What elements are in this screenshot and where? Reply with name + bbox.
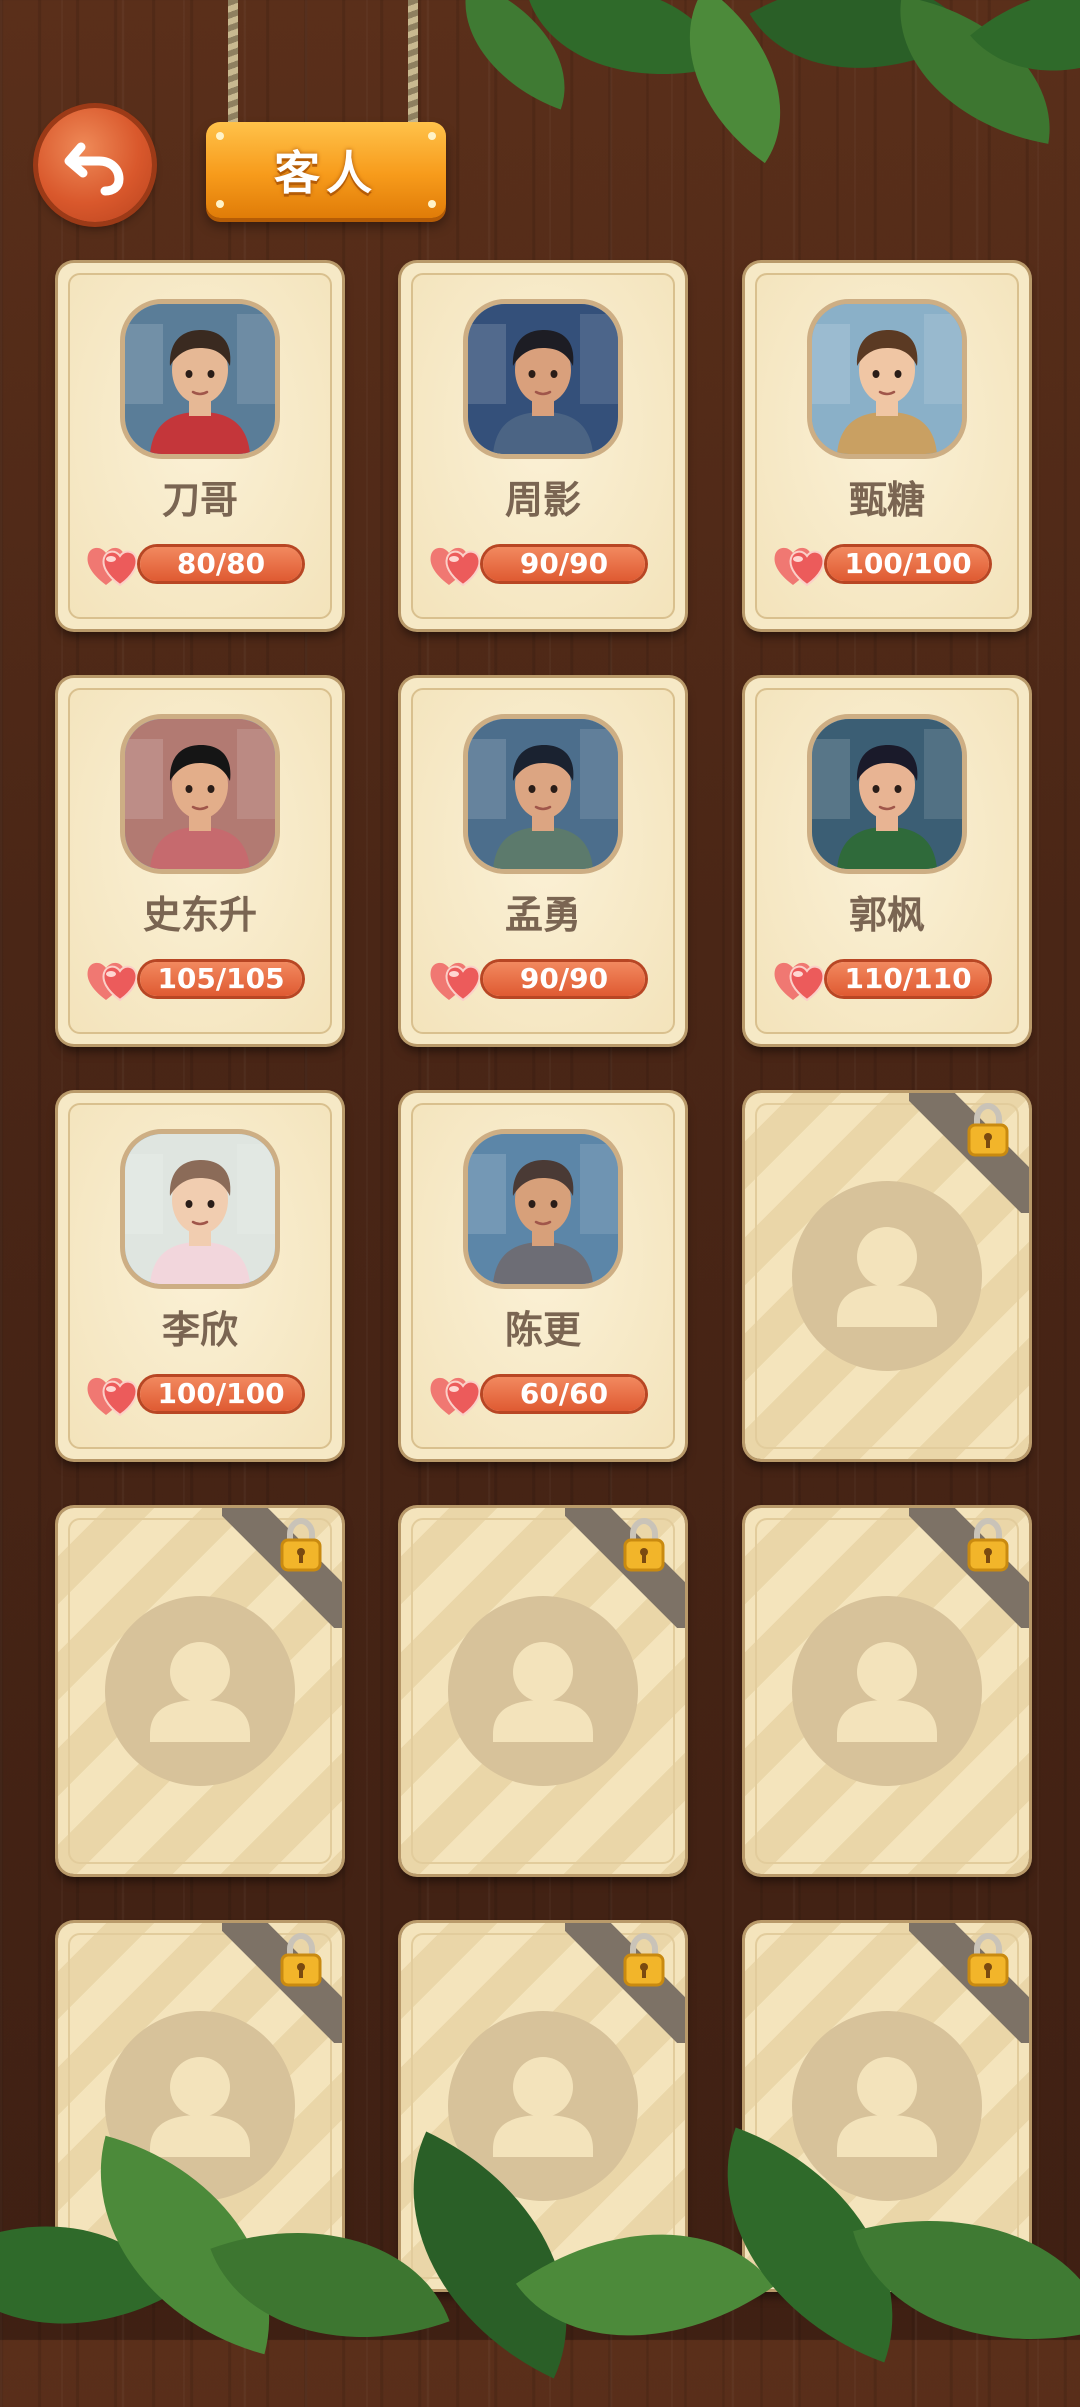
affection-meter: 105/105: [84, 954, 314, 1004]
guest-avatar: [463, 1129, 623, 1289]
guest-card[interactable]: 甄糖 100/100: [745, 263, 1029, 629]
guest-name: 李欣: [161, 1308, 238, 1352]
guest-avatar: [463, 299, 623, 459]
padlock-icon: [965, 1517, 1011, 1572]
back-arrow-icon: [64, 142, 124, 196]
padlock-icon: [965, 1102, 1011, 1157]
guest-card-locked[interactable]: [401, 1508, 685, 1874]
affection-meter: 100/100: [771, 539, 1001, 589]
affection-value: 60/60: [483, 1377, 645, 1411]
affection-meter: 90/90: [427, 539, 657, 589]
affection-value: 105/105: [140, 962, 302, 996]
guest-name: 甄糖: [848, 478, 925, 522]
guest-name: 郭枫: [848, 893, 925, 937]
heart-icon: [427, 1369, 485, 1419]
affection-value: 100/100: [140, 1377, 302, 1411]
guest-card[interactable]: 孟勇 90/90: [401, 678, 685, 1044]
padlock-icon: [621, 1932, 667, 1987]
affection-value: 100/100: [827, 547, 989, 581]
guest-avatar: [120, 1129, 280, 1289]
guest-name: 孟勇: [504, 893, 581, 937]
padlock-icon: [278, 1517, 324, 1572]
guest-avatar: [807, 714, 967, 874]
guest-card-locked[interactable]: [58, 1508, 342, 1874]
heart-icon: [771, 954, 829, 1004]
affection-value: 80/80: [140, 547, 302, 581]
padlock-icon: [278, 1932, 324, 1987]
affection-meter: 60/60: [427, 1369, 657, 1419]
back-button[interactable]: [38, 108, 152, 222]
guest-card[interactable]: 刀哥 80/80: [58, 263, 342, 629]
heart-icon: [427, 954, 485, 1004]
padlock-icon: [965, 1932, 1011, 1987]
guest-avatar: [120, 714, 280, 874]
affection-value: 110/110: [827, 962, 989, 996]
affection-value: 90/90: [483, 547, 645, 581]
affection-meter: 90/90: [427, 954, 657, 1004]
affection-meter: 80/80: [84, 539, 314, 589]
guest-card[interactable]: 陈更 60/60: [401, 1093, 685, 1459]
guest-card-locked[interactable]: [745, 1093, 1029, 1459]
guest-card[interactable]: 史东升 105/105: [58, 678, 342, 1044]
guest-name: 史东升: [142, 893, 257, 937]
top-leaves-decoration: [430, 0, 1080, 180]
guest-avatar: [463, 714, 623, 874]
guest-avatar: [120, 299, 280, 459]
heart-icon: [84, 954, 142, 1004]
heart-icon: [427, 539, 485, 589]
guest-card[interactable]: 李欣 100/100: [58, 1093, 342, 1459]
guest-card-locked[interactable]: [58, 1923, 342, 2289]
guest-card[interactable]: 周影 90/90: [401, 263, 685, 629]
affection-value: 90/90: [483, 962, 645, 996]
affection-meter: 100/100: [84, 1369, 314, 1419]
guest-name: 刀哥: [161, 478, 238, 522]
padlock-icon: [621, 1517, 667, 1572]
guest-card[interactable]: 郭枫 110/110: [745, 678, 1029, 1044]
guest-card-locked[interactable]: [401, 1923, 685, 2289]
guest-card-locked[interactable]: [745, 1923, 1029, 2289]
guest-card-locked[interactable]: [745, 1508, 1029, 1874]
title-plaque: 客人: [206, 122, 446, 218]
hanging-rope-right: [408, 0, 418, 130]
affection-meter: 110/110: [771, 954, 1001, 1004]
guest-name: 陈更: [504, 1308, 581, 1352]
heart-icon: [84, 1369, 142, 1419]
guest-avatar: [807, 299, 967, 459]
hanging-rope-left: [228, 0, 238, 130]
guest-name: 周影: [504, 478, 581, 522]
page-title: 客人: [274, 146, 378, 200]
heart-icon: [771, 539, 829, 589]
heart-icon: [84, 539, 142, 589]
